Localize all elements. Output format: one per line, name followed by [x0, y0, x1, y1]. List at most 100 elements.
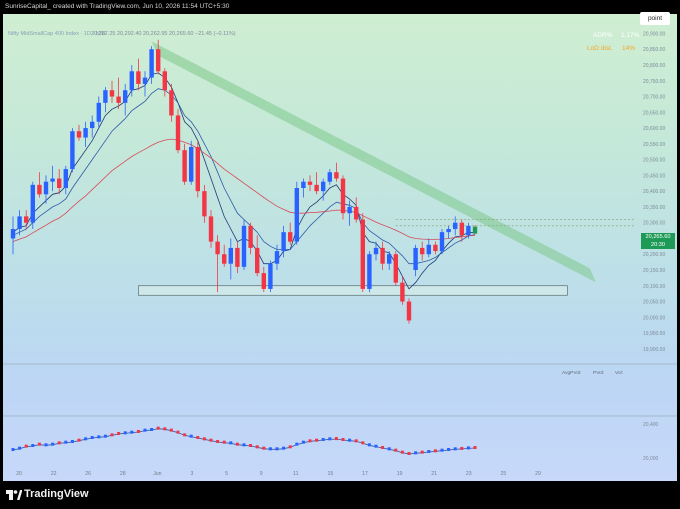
indicator-bar [433, 449, 437, 453]
caption-text: SunriseCapital_ created with TradingView… [5, 3, 230, 10]
indicator-bar [176, 430, 180, 434]
indicator-bar [249, 444, 253, 447]
y-tick-label: 20,700.00 [643, 95, 665, 101]
candle-body [453, 222, 458, 229]
candle-body [175, 115, 181, 151]
caption-bar: SunriseCapital_ created with TradingView… [0, 0, 680, 14]
candle-body [57, 178, 62, 188]
indicator-bar [374, 444, 378, 448]
y-tick-label: 20,100.00 [643, 284, 665, 290]
candle [129, 65, 134, 97]
candle-body [433, 244, 438, 252]
candle-body [149, 49, 154, 78]
candle-body [10, 229, 16, 239]
indicator-bar [354, 439, 358, 443]
x-tick-label: 5 [225, 471, 228, 477]
candle [195, 140, 200, 198]
candle-body [400, 282, 405, 302]
candle [301, 178, 306, 198]
indicator-bar [387, 447, 391, 451]
candle-body [387, 254, 392, 264]
candle-body [37, 184, 42, 195]
indicator-bar [18, 446, 22, 450]
candle [354, 197, 359, 223]
indicator-tick-label: 20,000 [643, 456, 659, 462]
candle-body [50, 178, 55, 182]
lod-label: LoD dist. [587, 45, 613, 52]
indicator-bar [136, 430, 140, 433]
candle [215, 235, 220, 293]
price-axis: 19,900.00 19,950.00 20,000.00 20,050.00 20,1… [643, 31, 665, 352]
candle-body [393, 254, 398, 283]
indicator-bar [308, 439, 312, 443]
candle [182, 143, 187, 185]
indicator-bar [414, 451, 418, 455]
indicator-bar [150, 428, 154, 431]
indicator-bar [420, 450, 424, 454]
candle [57, 169, 62, 195]
indicator-bar [110, 433, 114, 437]
chart-frame: SunriseCapital_ created with TradingView… [0, 0, 680, 509]
indicator-bar [51, 442, 55, 446]
indicator-bar [440, 448, 444, 452]
lod-value: 14% [622, 45, 636, 52]
y-tick-label: 20,500.00 [643, 158, 665, 164]
indicator-bar [242, 443, 246, 447]
candle-body [228, 247, 233, 264]
candle-body [334, 172, 339, 179]
candle [367, 251, 372, 293]
candle-body [367, 254, 372, 289]
candle [360, 213, 365, 293]
x-tick-label: 11 [293, 471, 298, 477]
indicator-bar [400, 450, 404, 454]
candle [136, 58, 141, 91]
x-tick-label: 9 [260, 471, 263, 477]
x-tick-label: 21 [431, 471, 437, 477]
indicator-bar [328, 437, 332, 441]
chart-area[interactable]: 19,900.00 19,950.00 20,000.00 20,050.00 20,1… [3, 14, 677, 481]
indicator-bar [361, 441, 365, 445]
last-price-time: 20:30 [651, 242, 665, 248]
candle-body [202, 191, 207, 217]
candle-body [116, 96, 121, 103]
candle-body [162, 71, 167, 91]
indicator-bar [321, 438, 325, 441]
candle [175, 109, 181, 154]
indicator-bar [24, 444, 28, 448]
x-tick-label: 25 [501, 471, 507, 477]
candle [261, 266, 266, 293]
indicator-bar [255, 445, 259, 449]
candle-body [70, 131, 75, 170]
candle-body [195, 147, 200, 192]
indicator-bar [117, 432, 121, 435]
indicator-bar [70, 440, 74, 443]
x-tick-label: 17 [362, 471, 368, 477]
indicator-bar [288, 445, 292, 449]
candle [387, 251, 392, 270]
candle [340, 175, 346, 220]
indicator-bar [427, 450, 431, 453]
candle [406, 298, 412, 324]
candle-body [294, 188, 299, 242]
candle [433, 241, 438, 255]
candle-body [459, 222, 464, 236]
indicator-bar [235, 442, 239, 446]
price-chart-svg[interactable]: 19,900.00 19,950.00 20,000.00 20,050.00 20,1… [3, 14, 677, 481]
ohlc-readout: 20,287.25 20,292.40 20,262.95 20,265.60 … [91, 31, 236, 37]
indicator-bar [202, 437, 206, 441]
candle [334, 162, 339, 182]
candle-body [314, 184, 319, 192]
candle-body [426, 244, 431, 255]
indicator-bar [209, 438, 213, 442]
indicator-tick-label: 20,400 [643, 422, 659, 428]
indicator-bar [44, 443, 48, 447]
candle-body [373, 247, 379, 255]
candle-body [466, 225, 471, 236]
candle [103, 87, 108, 113]
indicator-bar [130, 430, 134, 434]
mode-badge[interactable]: point [640, 12, 670, 25]
x-tick-label: 28 [120, 471, 126, 477]
indicator-bar [334, 437, 338, 441]
candle-body [307, 181, 313, 185]
y-tick-label: 20,350.00 [643, 205, 665, 211]
